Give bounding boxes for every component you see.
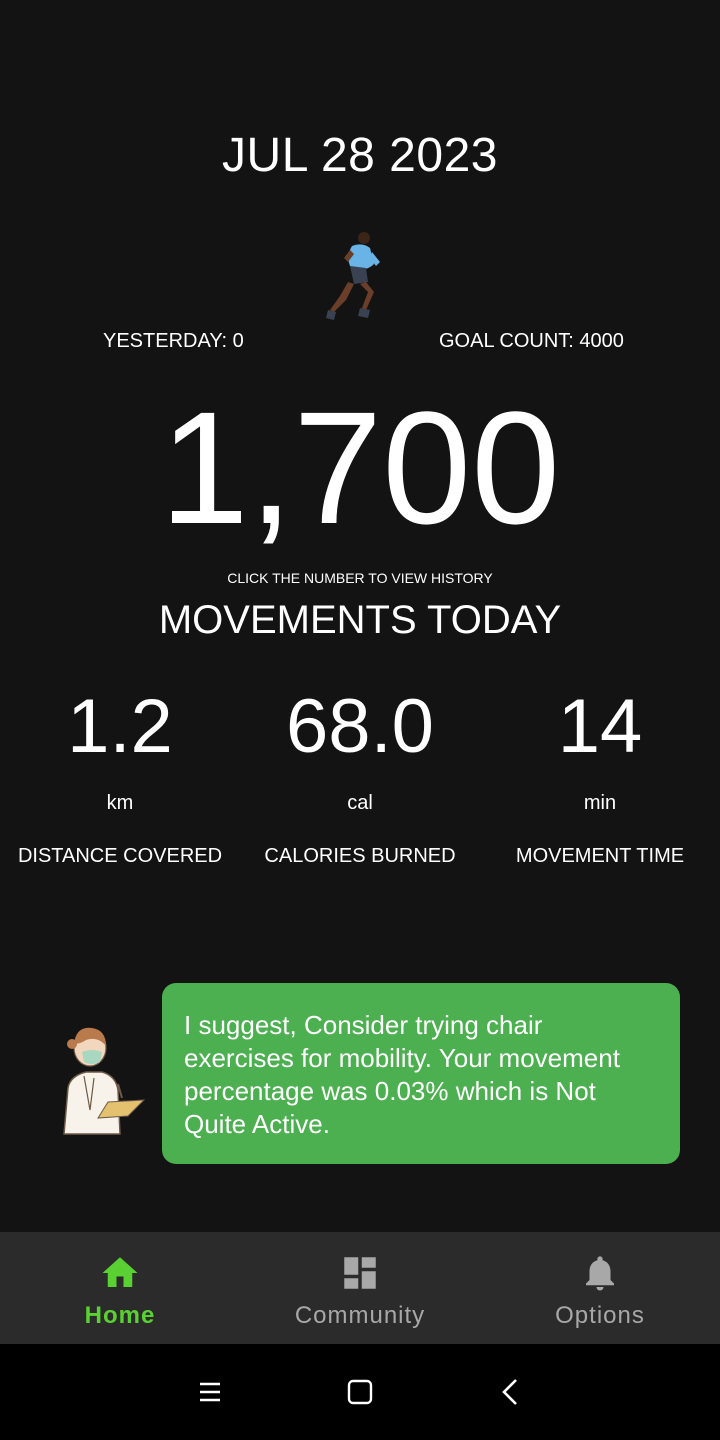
home-icon: [102, 1257, 138, 1287]
distance-unit: km: [106, 792, 134, 814]
history-hint: CLICK THE NUMBER TO VIEW HISTORY: [227, 570, 493, 586]
movement-time-metric: 14 min MOVEMENT TIME: [480, 684, 720, 868]
distance-value: 1.2: [67, 684, 173, 769]
date-label: JUL 28 2023: [222, 129, 498, 182]
bell-icon: [586, 1256, 614, 1291]
nav-community-label: Community: [294, 1302, 426, 1329]
calories-label: CALORIES BURNED: [264, 845, 456, 867]
calories-metric: 68.0 cal CALORIES BURNED: [240, 684, 480, 868]
system-navigation-bar: [0, 1344, 720, 1440]
distance-metric: 1.2 km DISTANCE COVERED: [0, 684, 240, 868]
menu-icon[interactable]: [190, 1372, 230, 1412]
goal-count: GOAL COUNT: 4000: [439, 330, 624, 352]
dashboard-icon: [344, 1257, 376, 1289]
nav-options[interactable]: Options: [480, 1232, 720, 1344]
movement-time-label: MOVEMENT TIME: [515, 845, 685, 867]
distance-label: DISTANCE COVERED: [17, 845, 223, 867]
back-chevron-icon[interactable]: [492, 1372, 532, 1412]
yesterday-count: YESTERDAY: 0: [103, 330, 244, 352]
movement-time-unit: min: [583, 792, 617, 814]
nav-home[interactable]: Home: [0, 1232, 240, 1344]
nav-options-label: Options: [555, 1302, 645, 1329]
runner-illustration: [326, 232, 380, 320]
suggestion-bubble: I suggest, Consider trying chair exercis…: [162, 983, 680, 1164]
movement-time-value: 14: [557, 684, 643, 769]
bottom-navigation: Home Community Options: [0, 1232, 720, 1344]
square-home-icon[interactable]: [340, 1372, 380, 1412]
movement-count-button[interactable]: 1,700: [0, 388, 720, 548]
nav-home-label: Home: [84, 1302, 156, 1329]
screen: JUL 28 2023 YESTERDAY: 0 GOAL COUNT: 400…: [0, 0, 720, 1440]
nav-community[interactable]: Community: [240, 1232, 480, 1344]
doctor-illustration: [63, 1027, 146, 1135]
calories-value: 68.0: [286, 684, 434, 769]
calories-unit: cal: [347, 792, 373, 814]
movements-today-label: MOVEMENTS TODAY: [158, 598, 562, 642]
